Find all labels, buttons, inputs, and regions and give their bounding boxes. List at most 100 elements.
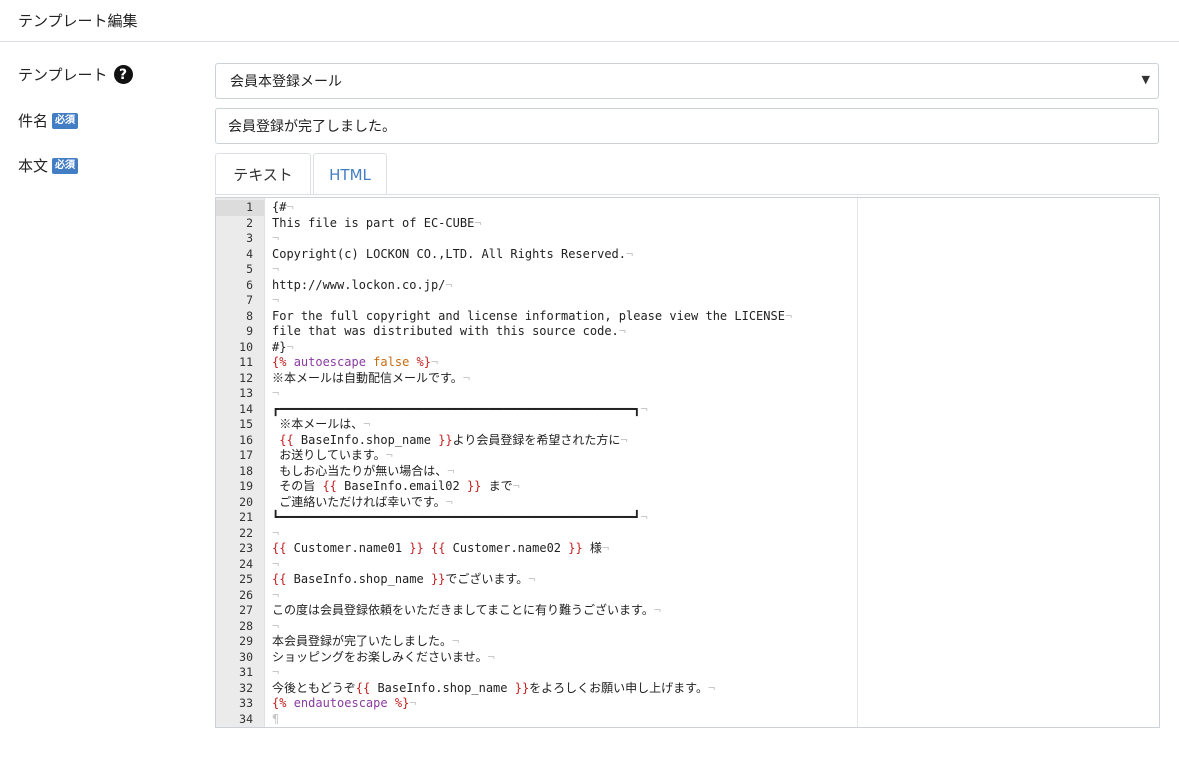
line-number: 21 [239,510,253,524]
editor-line: 14 ┏━━━━━━━━━━━━━━━━━━━━━━━━━━━━━━━━━━━━━… [216,402,1159,418]
line-number: 13 [239,386,253,400]
code-text: ¬ [272,525,280,540]
tab-html[interactable]: HTML [313,153,387,195]
editor-line: 28 ¬ [216,619,1159,635]
editor-line: 16 {{ BaseInfo.shop_name }}より会員登録を希望された方… [216,433,1159,449]
editor-line: 26 ¬ [216,588,1159,604]
line-number: 10 [239,339,253,354]
code-text: {% endautoescape %}¬ [272,696,417,710]
code-text: もしお心当たりが無い場合は、¬ [272,463,455,478]
code-text: For the full copyright and license infor… [272,308,793,323]
code-text: この度は会員登録依頼をいただきましてまことに有り難うございます。¬ [272,603,662,617]
line-number: 24 [239,556,253,571]
page-header: テンプレート編集 [0,0,1179,42]
editor-line: 24 ¬ [216,557,1159,573]
code-text: 今後ともどうぞ{{ BaseInfo.shop_name }}をよろしくお願い申… [272,680,716,695]
code-text: ¶ [272,711,280,726]
line-number: 2 [246,215,253,230]
code-text: ※本メールは、¬ [272,417,371,431]
code-text: ¬ [272,262,280,276]
editor-line: 34 ¶ [216,712,1159,728]
line-number: 26 [239,587,253,602]
code-text: #}¬ [272,339,294,354]
line-number: 28 [239,618,253,633]
template-select[interactable]: 会員本登録メール ▼ [215,63,1159,99]
tab-text[interactable]: テキスト [215,153,311,195]
code-text: ¬ [272,587,280,602]
editor-line: 33 {% endautoescape %}¬ [216,696,1159,712]
code-text: ┗━━━━━━━━━━━━━━━━━━━━━━━━━━━━━━━━━━━━━━━… [272,510,648,524]
editor-line: 27 この度は会員登録依頼をいただきましてまことに有り難うございます。¬ [216,603,1159,619]
editor-line: 29 本会員登録が完了いたしました。¬ [216,634,1159,650]
editor-line: 17 お送りしています。¬ [216,448,1159,464]
code-text: This file is part of EC-CUBE¬ [272,215,482,230]
code-text: ¬ [272,386,280,400]
line-number: 11 [239,355,253,369]
line-number: 27 [239,603,253,617]
editor-line: 3 ¬ [216,231,1159,247]
editor-line: 15 ※本メールは、¬ [216,417,1159,433]
code-text: file that was distributed with this sour… [272,324,627,338]
editor-line: 32 今後ともどうぞ{{ BaseInfo.shop_name }}をよろしくお願… [216,681,1159,697]
line-number: 31 [239,665,253,679]
editor-line: 8 For the full copyright and license info… [216,309,1159,325]
line-number: 23 [239,541,253,555]
editor-line: 21 ┗━━━━━━━━━━━━━━━━━━━━━━━━━━━━━━━━━━━━━… [216,510,1159,526]
line-number: 4 [246,246,253,261]
editor-line: 7 ¬ [216,293,1159,309]
subject-label-text: 件名 [18,112,49,130]
body-label-text: 本文 [18,157,49,175]
required-badge: 必須 [52,112,79,129]
line-number: 9 [246,324,253,338]
required-badge: 必須 [52,157,79,174]
page-title: テンプレート編集 [18,12,138,30]
code-text: {{ BaseInfo.shop_name }}でございます。¬ [272,572,536,586]
code-text: ¬ [272,293,280,307]
editor-line: 19 その旨 {{ BaseInfo.email02 }} まで¬ [216,479,1159,495]
editor-line: 25 {{ BaseInfo.shop_name }}でございます。¬ [216,572,1159,588]
code-text: その旨 {{ BaseInfo.email02 }} まで¬ [272,479,520,493]
line-number: 33 [239,696,253,710]
template-select-value: 会員本登録メール [230,74,342,90]
editor-line: 31 ¬ [216,665,1159,681]
editor-line: 9 file that was distributed with this sou… [216,324,1159,340]
line-number: 15 [239,417,253,431]
line-number: 16 [239,432,253,447]
editor-line: 18 もしお心当たりが無い場合は、¬ [216,464,1159,480]
editor-line: 6 http://www.lockon.co.jp/¬ [216,278,1159,294]
line-number: 1 [246,200,253,214]
line-number: 14 [239,401,253,416]
tab-divider [215,194,1159,195]
code-text: ¬ [272,665,280,679]
line-number: 7 [246,293,253,307]
code-text: ショッピングをお楽しみくださいませ。¬ [272,649,495,664]
editor-line: 12 ※本メールは自動配信メールです。¬ [216,371,1159,387]
line-number: 34 [239,711,253,726]
editor-line: 30 ショッピングをお楽しみくださいませ。¬ [216,650,1159,666]
editor-line: 4 Copyright(c) LOCKON CO.,LTD. All Rights… [216,247,1159,263]
code-text: ¬ [272,618,280,633]
code-text: {% autoescape false %}¬ [272,355,439,369]
code-text: ※本メールは自動配信メールです。¬ [272,370,471,385]
code-text: {#¬ [272,200,294,214]
question-circle-icon[interactable]: ? [113,65,133,84]
line-number: 6 [246,277,253,292]
code-text: ¬ [272,556,280,571]
editor-line: 2 This file is part of EC-CUBE¬ [216,216,1159,232]
line-number: 20 [239,494,253,509]
code-editor[interactable]: 1 {#¬ 2 This file is part of EC-CUBE¬ 3 ¬ 4 Cop… [215,197,1160,728]
code-text: http://www.lockon.co.jp/¬ [272,277,453,292]
editor-line: 1 {#¬ [216,200,1159,216]
subject-input[interactable]: 会員登録が完了しました。 [215,108,1159,144]
editor-line: 23 {{ Customer.name01 }} {{ Customer.name… [216,541,1159,557]
code-text: {{ Customer.name01 }} {{ Customer.name02… [272,541,610,555]
subject-label: 件名 必須 [18,110,79,131]
line-number: 12 [239,370,253,385]
line-number: 3 [246,231,253,245]
line-number: 8 [246,308,253,323]
editor-line: 11 {% autoescape false %}¬ [216,355,1159,371]
line-number: 25 [239,572,253,586]
body-label: 本文 必須 [18,155,79,176]
code-text: {{ BaseInfo.shop_name }}より会員登録を希望された方に¬ [279,432,628,447]
code-text: Copyright(c) LOCKON CO.,LTD. All Rights … [272,246,634,261]
